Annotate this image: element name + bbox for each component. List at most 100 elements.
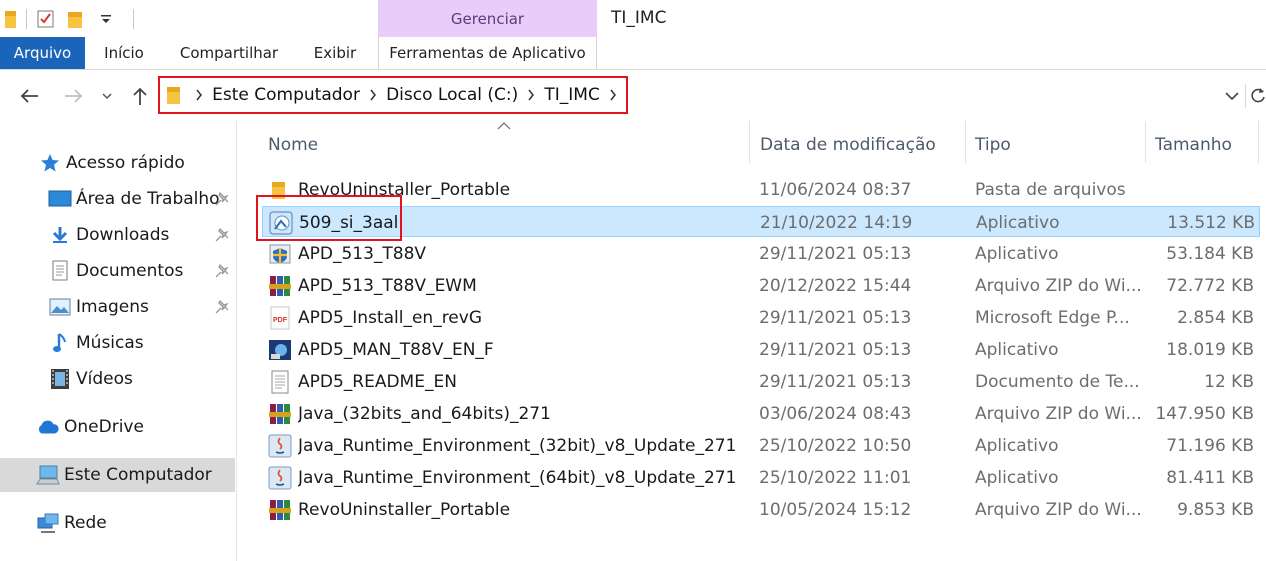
navigation-pane: Acesso rápido Área de Trabalho Downloads… — [0, 121, 237, 561]
column-divider[interactable] — [965, 121, 966, 163]
folder-icon — [166, 84, 182, 106]
window-title: TI_IMC — [611, 8, 667, 28]
up-button[interactable] — [127, 83, 153, 109]
column-divider[interactable] — [1145, 121, 1146, 163]
column-divider[interactable] — [1258, 121, 1259, 163]
chevron-right-icon[interactable] — [600, 89, 626, 101]
forward-button[interactable] — [61, 83, 87, 109]
recent-locations-button[interactable] — [97, 83, 117, 109]
new-folder-icon[interactable] — [65, 8, 87, 30]
nav-item-este-computador[interactable]: Este Computador — [0, 458, 235, 492]
file-row[interactable]: Java_Runtime_Environment_(64bit)_v8_Upda… — [262, 462, 1260, 493]
cloud-icon — [36, 415, 60, 439]
nav-label: Área de Trabalho — [76, 189, 220, 209]
music-note-icon — [48, 331, 72, 355]
file-row[interactable]: RevoUninstaller_Portable 11/06/2024 08:37… — [262, 174, 1260, 205]
column-header-data-de-modificacao[interactable]: Data de modificação — [760, 127, 960, 163]
network-icon — [36, 511, 60, 535]
nav-item-acesso-rapido[interactable]: Acesso rápido — [0, 146, 235, 180]
nav-label: Imagens — [76, 297, 149, 317]
pin-icon[interactable] — [214, 299, 230, 315]
tab-inicio[interactable]: Início — [92, 37, 156, 69]
nav-label: OneDrive — [64, 417, 144, 437]
file-size: 71.196 KB — [1166, 435, 1254, 456]
address-bar[interactable]: Este Computador Disco Local (C:) TI_IMC — [158, 76, 628, 114]
nav-item-imagens[interactable]: Imagens — [0, 290, 235, 324]
nav-item-rede[interactable]: Rede — [0, 506, 235, 540]
pdf-icon: PDF — [268, 306, 292, 330]
column-header-tamanho[interactable]: Tamanho — [1155, 127, 1255, 163]
file-name: Java_Runtime_Environment_(32bit)_v8_Upda… — [298, 435, 737, 456]
file-name: RevoUninstaller_Portable — [298, 499, 511, 520]
pin-icon[interactable] — [214, 191, 230, 207]
customize-dropdown-icon[interactable] — [95, 8, 117, 30]
up-arrow-icon — [133, 87, 147, 105]
file-row[interactable]: Java_Runtime_Environment_(32bit)_v8_Upda… — [262, 430, 1260, 461]
file-row[interactable]: APD5_README_EN 29/11/2021 05:13 Documento … — [262, 366, 1260, 397]
winrar-archive-icon — [268, 402, 292, 426]
breadcrumb-este-computador[interactable]: Este Computador — [212, 85, 360, 105]
breadcrumb-disco-local[interactable]: Disco Local (C:) — [386, 85, 518, 105]
file-type: Aplicativo — [975, 435, 1059, 456]
java-app-icon — [268, 466, 292, 490]
nav-label: Músicas — [76, 333, 144, 353]
file-row[interactable]: Java_(32bits_and_64bits)_271 03/06/2024 0… — [262, 398, 1260, 429]
file-row[interactable]: RevoUninstaller_Portable 10/05/2024 15:12… — [262, 494, 1260, 525]
title-bar: Gerenciar TI_IMC — [0, 0, 1266, 37]
column-header-nome[interactable]: Nome — [268, 127, 738, 163]
computer-icon — [36, 463, 60, 487]
breadcrumb-ti-imc[interactable]: TI_IMC — [544, 85, 599, 105]
nav-label: Este Computador — [64, 465, 212, 485]
file-type: Documento de Te... — [975, 371, 1140, 392]
file-date: 20/12/2022 15:44 — [759, 275, 912, 296]
file-name: APD5_README_EN — [298, 371, 457, 392]
nav-item-area-de-trabalho[interactable]: Área de Trabalho — [0, 182, 235, 216]
file-size: 147.950 KB — [1155, 403, 1254, 424]
file-row[interactable]: PDF APD5_Install_en_revG 29/11/2021 05:13 M… — [262, 302, 1260, 333]
winrar-archive-icon — [268, 274, 292, 298]
file-row[interactable]: APD_513_T88V 29/11/2021 05:13 Aplicativo 53… — [262, 238, 1260, 269]
file-size — [1142, 174, 1254, 205]
file-size: 2.854 KB — [1177, 307, 1254, 328]
back-button[interactable] — [16, 83, 42, 109]
tab-exibir[interactable]: Exibir — [302, 37, 368, 69]
file-size: 9.853 KB — [1177, 499, 1254, 520]
ribbon-tabs: Arquivo Início Compartilhar Exibir Ferra… — [0, 37, 1266, 70]
file-row[interactable]: APD_513_T88V_EWM 20/12/2022 15:44 Arquivo … — [262, 270, 1260, 301]
address-history-chevron-icon[interactable] — [1222, 91, 1241, 101]
tab-ferramentas-de-aplicativo[interactable]: Ferramentas de Aplicativo — [378, 37, 597, 69]
shield-app-icon — [268, 242, 292, 266]
file-name: APD_513_T88V_EWM — [298, 275, 477, 296]
text-document-icon — [268, 370, 292, 394]
nav-item-onedrive[interactable]: OneDrive — [0, 410, 235, 444]
file-date: 29/11/2021 05:13 — [759, 371, 912, 392]
nav-item-documentos[interactable]: Documentos — [0, 254, 235, 288]
pin-icon[interactable] — [214, 263, 230, 279]
file-date: 03/06/2024 08:43 — [759, 403, 912, 424]
file-type: Arquivo ZIP do Wi... — [975, 499, 1141, 520]
file-row[interactable]: 509_si_3aal 21/10/2022 14:19 Aplicativo 13.… — [262, 206, 1260, 237]
tab-arquivo[interactable]: Arquivo — [0, 37, 85, 69]
tab-compartilhar[interactable]: Compartilhar — [170, 37, 288, 69]
chevron-right-icon[interactable] — [518, 89, 544, 101]
document-icon — [48, 259, 72, 283]
navigation-bar: Este Computador Disco Local (C:) TI_IMC — [0, 71, 1266, 121]
column-header-tipo[interactable]: Tipo — [975, 127, 1135, 163]
chevron-right-icon[interactable] — [360, 89, 386, 101]
file-type: Aplicativo — [976, 212, 1060, 233]
chevron-down-icon — [102, 93, 112, 100]
nav-item-musicas[interactable]: Músicas — [0, 326, 235, 360]
nav-item-videos[interactable]: Vídeos — [0, 362, 235, 396]
file-row[interactable]: APD5_MAN_T88V_EN_F 29/11/2021 05:13 Aplica… — [262, 334, 1260, 365]
pin-icon[interactable] — [214, 227, 230, 243]
refresh-icon[interactable] — [1250, 87, 1266, 105]
address-actions — [1222, 82, 1266, 110]
setup-app-icon — [268, 338, 292, 362]
file-type: Arquivo ZIP do Wi... — [975, 275, 1141, 296]
folder-icon[interactable] — [4, 8, 18, 30]
properties-checklist-icon[interactable] — [35, 8, 57, 30]
file-date: 29/11/2021 05:13 — [759, 339, 912, 360]
chevron-right-icon[interactable] — [186, 89, 212, 101]
nav-item-downloads[interactable]: Downloads — [0, 218, 235, 252]
column-divider[interactable] — [749, 121, 750, 163]
